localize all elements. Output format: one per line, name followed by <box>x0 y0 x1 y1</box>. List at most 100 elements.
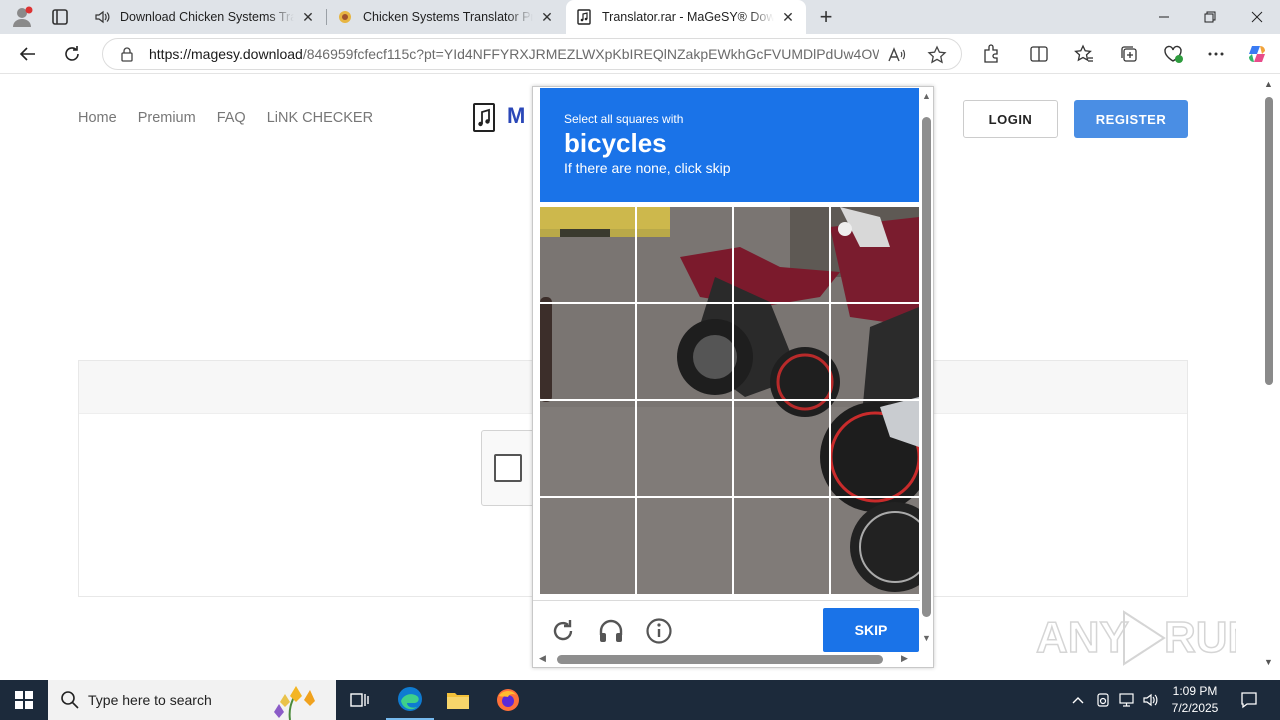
favorites-icon[interactable] <box>1072 42 1096 66</box>
challenge-tile[interactable] <box>824 497 919 594</box>
challenge-tile[interactable] <box>730 207 825 304</box>
scroll-left-arrow-icon[interactable]: ◀ <box>539 653 546 664</box>
watermark-run: RUN <box>1164 613 1236 662</box>
scroll-down-arrow-icon[interactable]: ▼ <box>1264 657 1273 667</box>
tab-download-chicken[interactable]: Download Chicken Systems Transl ✕ <box>84 0 326 34</box>
collections-icon[interactable] <box>1117 42 1141 66</box>
search-placeholder: Type here to search <box>88 692 212 708</box>
tab-chicken-translator[interactable]: Chicken Systems Translator Pro v2 ✕ <box>327 0 565 34</box>
back-button[interactable] <box>16 42 40 66</box>
challenge-tile[interactable] <box>540 497 635 594</box>
tab-actions-icon[interactable] <box>48 6 72 28</box>
scroll-up-arrow-icon[interactable]: ▲ <box>1264 79 1273 89</box>
minimize-button[interactable] <box>1141 0 1187 34</box>
speaker-icon <box>94 9 110 25</box>
challenge-tile[interactable] <box>824 207 919 304</box>
challenge-footer-divider <box>533 600 933 601</box>
task-view-icon[interactable] <box>336 680 384 720</box>
reload-button[interactable] <box>60 42 84 66</box>
challenge-tile[interactable] <box>824 304 919 401</box>
browser-toolbar: https://magesy.download/846959fcfecf115c… <box>0 34 1280 74</box>
scroll-up-arrow-icon[interactable]: ▲ <box>922 91 931 101</box>
info-icon[interactable] <box>645 617 673 645</box>
chicken-icon <box>337 9 353 25</box>
edge-taskbar-icon[interactable] <box>386 680 434 720</box>
challenge-tile[interactable] <box>540 304 635 401</box>
extensions-icon[interactable] <box>979 42 1003 66</box>
challenge-scrollbar-horizontal[interactable]: ◀ ▶ <box>533 653 920 667</box>
login-button[interactable]: LOGIN <box>963 100 1058 138</box>
scroll-down-arrow-icon[interactable]: ▼ <box>922 633 931 643</box>
audio-challenge-icon[interactable] <box>597 617 625 645</box>
browser-essentials-icon[interactable] <box>1161 42 1185 66</box>
network-icon[interactable] <box>1116 680 1138 720</box>
close-tab-icon[interactable]: ✕ <box>539 9 555 25</box>
clock-time: 1:09 PM <box>1172 684 1218 698</box>
close-tab-icon[interactable]: ✕ <box>780 9 796 25</box>
watermark-any: ANY <box>1036 613 1129 662</box>
challenge-tile[interactable] <box>730 401 825 498</box>
favorite-star-icon[interactable] <box>927 45 947 65</box>
document-music-icon <box>576 9 592 25</box>
clock-date: 7/2/2025 <box>1171 701 1219 715</box>
new-tab-button[interactable]: + <box>814 4 838 29</box>
challenge-scrollbar-vertical[interactable]: ▲ ▼ <box>920 87 933 653</box>
site-info-icon[interactable] <box>119 46 135 62</box>
challenge-tile[interactable] <box>824 401 919 498</box>
tray-chevron-icon[interactable] <box>1068 680 1088 720</box>
skip-button[interactable]: SKIP <box>823 608 919 652</box>
challenge-target: bicycles <box>564 128 667 158</box>
taskbar-clock[interactable]: 1:09 PM 7/2/2025 <box>1166 683 1224 717</box>
recaptcha-challenge-popup: Select all squares with bicycles If ther… <box>532 86 934 668</box>
challenge-tile-grid <box>540 207 919 594</box>
tab-title: Translator.rar - MaGeSY® Downlo <box>602 10 774 24</box>
windows-start-icon[interactable] <box>0 680 48 720</box>
tab-strip: Download Chicken Systems Transl ✕ Chicke… <box>0 0 1280 34</box>
challenge-tile[interactable] <box>540 401 635 498</box>
challenge-instruction: Select all squares with <box>564 112 684 126</box>
reload-challenge-icon[interactable] <box>549 617 577 645</box>
taskbar-search-box[interactable]: Type here to search <box>48 680 336 720</box>
more-menu-icon[interactable] <box>1204 42 1228 66</box>
url-text[interactable]: https://magesy.download/846959fcfecf115c… <box>149 46 879 62</box>
recaptcha-checkbox[interactable] <box>494 454 522 482</box>
challenge-tile[interactable] <box>635 497 730 594</box>
challenge-tile[interactable] <box>730 497 825 594</box>
challenge-tile[interactable] <box>730 304 825 401</box>
site-nav: Home Premium FAQ LiNK CHECKER <box>78 110 373 126</box>
nav-link-checker[interactable]: LiNK CHECKER <box>267 110 373 126</box>
challenge-hint: If there are none, click skip <box>564 160 731 176</box>
page-scrollbar[interactable]: ▲ ▼ <box>1262 75 1280 675</box>
split-screen-icon[interactable] <box>1027 42 1051 66</box>
notifications-icon[interactable] <box>1234 680 1264 720</box>
address-bar[interactable]: https://magesy.download/846959fcfecf115c… <box>102 38 962 70</box>
url-host: https://magesy.download <box>149 46 303 62</box>
register-button[interactable]: REGISTER <box>1074 100 1188 138</box>
firefox-icon[interactable] <box>484 680 532 720</box>
nav-premium[interactable]: Premium <box>138 110 196 126</box>
challenge-hscrollbar-thumb[interactable] <box>557 655 883 664</box>
challenge-tile[interactable] <box>635 304 730 401</box>
file-explorer-icon[interactable] <box>434 680 482 720</box>
search-highlight-icon <box>274 686 315 720</box>
nav-home[interactable]: Home <box>78 110 117 126</box>
challenge-tile[interactable] <box>540 207 635 304</box>
restore-button[interactable] <box>1187 0 1233 34</box>
read-aloud-icon[interactable] <box>887 45 907 65</box>
copilot-icon[interactable] <box>1245 42 1269 66</box>
close-tab-icon[interactable]: ✕ <box>300 9 316 25</box>
close-window-button[interactable] <box>1234 0 1280 34</box>
nav-faq[interactable]: FAQ <box>217 110 246 126</box>
volume-icon[interactable] <box>1140 680 1162 720</box>
tab-translator-rar[interactable]: Translator.rar - MaGeSY® Downlo ✕ <box>566 0 806 34</box>
site-logo-text: M <box>507 103 526 128</box>
challenge-tile[interactable] <box>635 207 730 304</box>
scroll-right-arrow-icon[interactable]: ▶ <box>901 653 908 664</box>
tab-title: Chicken Systems Translator Pro v2 <box>363 10 533 24</box>
page-scrollbar-thumb[interactable] <box>1265 97 1273 385</box>
profile-avatar-icon[interactable] <box>10 5 34 29</box>
challenge-scrollbar-thumb[interactable] <box>922 117 931 617</box>
site-logo-icon[interactable] <box>470 102 500 134</box>
challenge-tile[interactable] <box>635 401 730 498</box>
device-icon[interactable] <box>1093 680 1113 720</box>
